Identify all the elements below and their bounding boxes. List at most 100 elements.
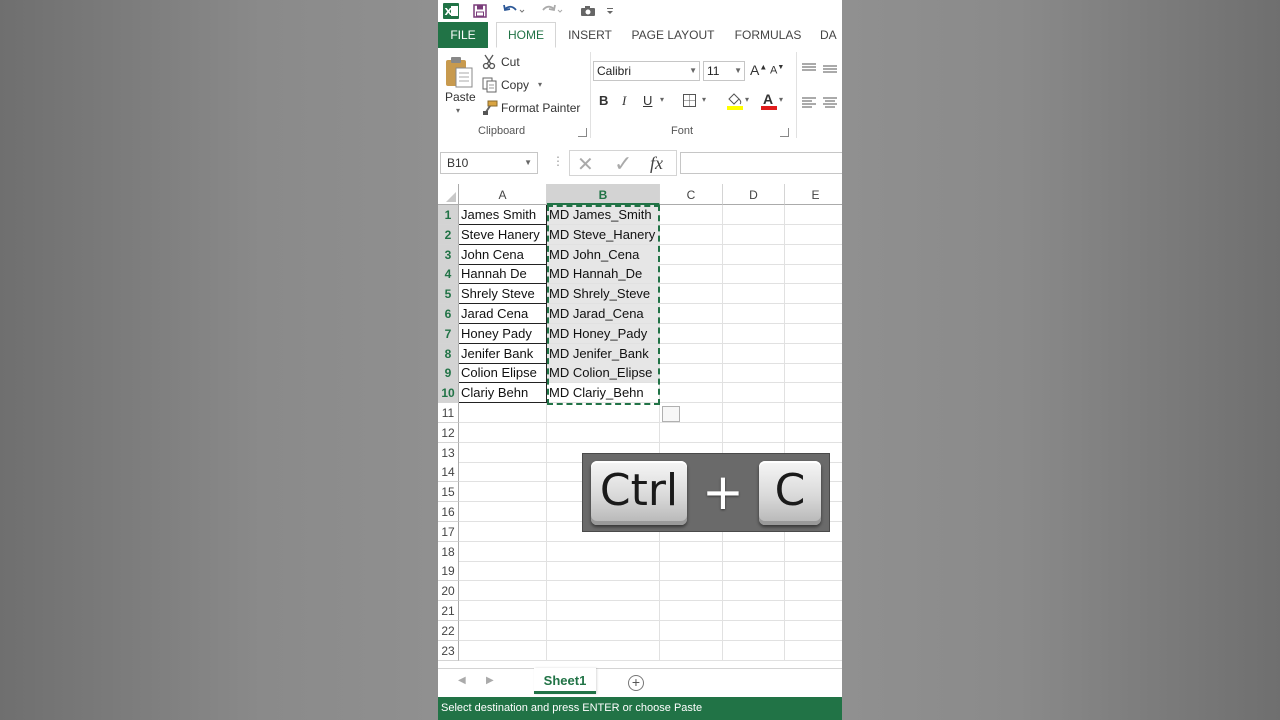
paste-button[interactable]: Paste ▾ — [442, 54, 476, 116]
row-header[interactable]: 11 — [438, 403, 459, 423]
column-header-e[interactable]: E — [785, 184, 842, 205]
grid-cell[interactable]: MD Hannah_De — [547, 264, 660, 285]
align-top-icon[interactable] — [801, 61, 817, 79]
grid-cell[interactable]: MD Jenifer_Bank — [547, 343, 660, 364]
grid-cell[interactable] — [547, 620, 660, 641]
row-header[interactable]: 22 — [438, 620, 459, 641]
grid-cell[interactable] — [723, 284, 785, 305]
row-header[interactable]: 3 — [438, 244, 459, 265]
row-header[interactable]: 18 — [438, 541, 459, 562]
font-color-dropdown-arrow[interactable]: ▾ — [779, 95, 783, 104]
grid-cell[interactable] — [723, 620, 785, 641]
format-painter-button[interactable]: Format Painter — [482, 100, 586, 118]
grid-cell[interactable] — [459, 561, 547, 582]
row-header[interactable]: 9 — [438, 363, 459, 384]
grid-cell[interactable] — [785, 383, 842, 404]
grid-cell[interactable] — [785, 324, 842, 344]
grid-cell[interactable] — [785, 561, 842, 582]
grid-cell[interactable] — [660, 640, 723, 661]
grid-cell[interactable] — [723, 323, 785, 344]
grid-cell[interactable] — [785, 363, 842, 384]
grid-cell[interactable] — [723, 363, 785, 384]
grid-cell[interactable] — [547, 403, 660, 423]
tab-formulas[interactable]: FORMULAS — [730, 22, 806, 48]
underline-button[interactable]: U — [643, 93, 652, 108]
select-all-corner[interactable] — [438, 184, 459, 205]
grid-cell[interactable] — [785, 245, 842, 265]
grid-cell[interactable] — [723, 581, 785, 602]
tab-insert[interactable]: INSERT — [564, 22, 616, 48]
grid-cell[interactable] — [723, 601, 785, 621]
grid-cell[interactable] — [785, 205, 842, 225]
grid-cell[interactable] — [547, 581, 660, 602]
grid-cell[interactable] — [459, 422, 547, 443]
grid-cell[interactable] — [459, 601, 547, 621]
grid-cell[interactable] — [547, 561, 660, 582]
grid-cell[interactable] — [785, 304, 842, 324]
grid-cell[interactable] — [660, 601, 723, 621]
grid-cell[interactable] — [660, 304, 723, 324]
grid-cell[interactable]: MD Clariy_Behn — [547, 383, 660, 404]
tab-file[interactable]: FILE — [438, 22, 488, 48]
grid-cell[interactable]: James Smith — [459, 205, 547, 225]
align-center-icon[interactable] — [822, 95, 838, 113]
grid-cell[interactable] — [723, 541, 785, 562]
copy-dropdown-arrow[interactable]: ▾ — [538, 80, 542, 89]
grid-cell[interactable] — [723, 264, 785, 285]
row-header[interactable]: 21 — [438, 601, 459, 621]
font-size-dropdown[interactable]: 11 ▼ — [703, 61, 745, 81]
grid-cell[interactable] — [459, 482, 547, 503]
camera-icon[interactable] — [578, 2, 598, 20]
grid-cell[interactable] — [723, 224, 785, 245]
quick-analysis-icon[interactable] — [662, 406, 680, 422]
row-header[interactable]: 14 — [438, 462, 459, 483]
grid-cell[interactable]: MD Colion_Elipse — [547, 363, 660, 384]
grid-cell[interactable] — [785, 284, 842, 305]
grid-cell[interactable] — [723, 244, 785, 265]
row-header[interactable]: 1 — [438, 205, 459, 225]
chevron-down-icon[interactable]: ▼ — [524, 153, 532, 173]
grid-cell[interactable] — [723, 304, 785, 324]
grid-cell[interactable] — [459, 581, 547, 602]
grid-cell[interactable] — [723, 383, 785, 404]
grid-cell[interactable] — [723, 422, 785, 443]
sheet-prev-icon[interactable]: ◀ — [458, 675, 466, 686]
column-header-a[interactable]: A — [459, 184, 547, 205]
grid-cell[interactable]: MD Shrely_Steve — [547, 284, 660, 305]
italic-button[interactable]: I — [622, 93, 626, 109]
fill-color-icon[interactable] — [726, 91, 744, 116]
tab-page-layout[interactable]: PAGE LAYOUT — [628, 22, 718, 48]
grid-cell[interactable] — [660, 422, 723, 443]
grid-cell[interactable] — [660, 581, 723, 602]
name-box[interactable]: B10 ▼ — [440, 152, 538, 174]
grid-cell[interactable] — [785, 621, 842, 641]
font-name-dropdown[interactable]: Calibri ▼ — [593, 61, 700, 81]
grid-cell[interactable] — [723, 343, 785, 364]
grid-cell[interactable] — [459, 442, 547, 463]
grid-cell[interactable]: MD Jarad_Cena — [547, 304, 660, 324]
grid-cell[interactable]: MD James_Smith — [547, 205, 660, 225]
grid-cell[interactable]: Hannah De — [459, 264, 547, 285]
customize-toolbar-icon[interactable] — [604, 2, 616, 20]
row-header[interactable]: 23 — [438, 640, 459, 661]
row-header[interactable]: 19 — [438, 561, 459, 582]
grid-cell[interactable] — [459, 640, 547, 661]
row-header[interactable]: 15 — [438, 482, 459, 503]
tab-home[interactable]: HOME — [496, 22, 556, 48]
insert-function-icon[interactable]: fx — [650, 153, 663, 174]
grid-cell[interactable] — [660, 541, 723, 562]
save-icon[interactable] — [471, 2, 489, 20]
grid-cell[interactable] — [660, 363, 723, 384]
grid-cell[interactable] — [660, 561, 723, 582]
grid-cell[interactable]: Steve Hanery — [459, 224, 547, 245]
row-header[interactable]: 8 — [438, 343, 459, 364]
paste-dropdown-arrow[interactable]: ▾ — [456, 106, 460, 115]
grid-cell[interactable]: Jarad Cena — [459, 304, 547, 324]
redo-icon[interactable] — [538, 2, 566, 20]
row-header[interactable]: 7 — [438, 323, 459, 344]
grid-cell[interactable] — [723, 205, 785, 225]
grid-cell[interactable] — [459, 541, 547, 562]
grid-cell[interactable] — [785, 423, 842, 443]
grid-cell[interactable]: Shrely Steve — [459, 284, 547, 305]
grid-cell[interactable] — [660, 383, 723, 404]
